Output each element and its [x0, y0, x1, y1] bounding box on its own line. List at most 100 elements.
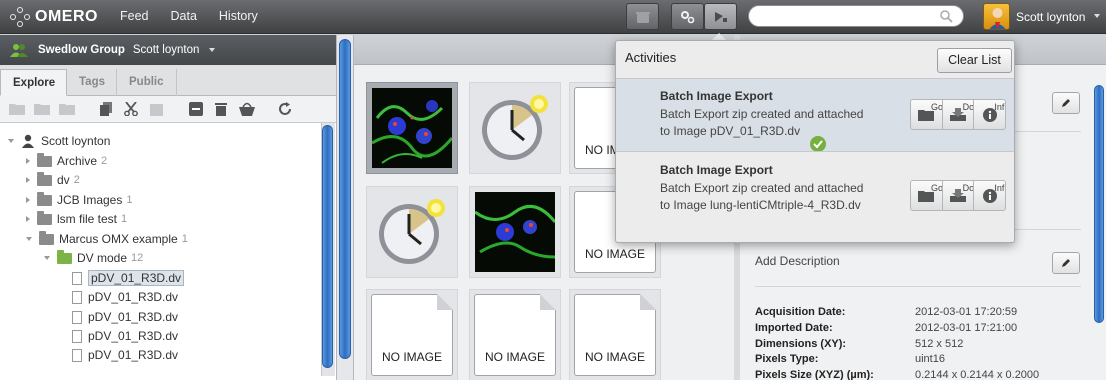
metadata-key: Pixels Type:: [755, 353, 819, 365]
nav-history[interactable]: History: [219, 9, 258, 23]
metadata-value: 0.2144 x 0.2144 x 0.2000: [915, 369, 1040, 380]
tree-image-label: pDV_01_R3D.dv: [88, 310, 179, 324]
thumbnail[interactable]: NO IMAGE: [569, 289, 661, 380]
clear-list-button[interactable]: Clear List: [937, 48, 1012, 73]
cut-icon[interactable]: [124, 102, 138, 116]
activities-button[interactable]: [704, 3, 737, 30]
tree-item-dv[interactable]: dv 2: [26, 171, 80, 189]
metadata-scrollbar[interactable]: [1094, 85, 1104, 323]
folder-icon: [37, 191, 52, 206]
basket-icon: [635, 11, 650, 23]
no-image-label: NO IMAGE: [381, 350, 442, 364]
copy-icon[interactable]: [100, 102, 114, 116]
metadata-value: 2012-03-01 17:20:59: [915, 306, 1018, 318]
tree-item-marcus-omx[interactable]: Marcus OMX example 1: [26, 230, 188, 248]
no-image-placeholder: NO IMAGE: [574, 294, 656, 376]
left-panel: Swedlow Group Scott loynton Explore Tags…: [0, 35, 336, 380]
chevron-right-icon[interactable]: [26, 177, 30, 183]
chevron-down-icon[interactable]: [209, 48, 216, 52]
gear-icon: [680, 10, 694, 23]
tree-item-dv-mode[interactable]: DV mode 12: [44, 249, 143, 267]
download-label: Do: [962, 102, 975, 112]
tree-root[interactable]: Scott loynton: [8, 132, 110, 150]
tree-image[interactable]: pDV_01_R3D.dv: [72, 288, 178, 306]
chevron-down-icon[interactable]: [26, 237, 32, 241]
settings-button[interactable]: [671, 3, 704, 30]
tree-item-count: 1: [121, 213, 128, 225]
group-name: Swedlow Group: [38, 44, 125, 56]
tree-item-lsm-file-test[interactable]: lsm file test 1: [26, 210, 127, 228]
thumbnail-pending[interactable]: [469, 82, 561, 174]
group-selector[interactable]: Swedlow Group Scott loynton: [0, 35, 336, 65]
image-file-icon: [72, 290, 82, 304]
user-menu[interactable]: Scott loynton: [1016, 10, 1085, 24]
activities-title: Activities: [625, 50, 677, 65]
refresh-icon[interactable]: [278, 102, 292, 116]
nav-feed[interactable]: Feed: [120, 9, 149, 23]
activity-actions: Go Do Inf: [910, 99, 1006, 130]
thumbnail[interactable]: NO IMAGE: [469, 289, 561, 380]
tree-tabs: Explore Tags Public: [0, 65, 336, 96]
info-button[interactable]: Inf: [974, 100, 1005, 129]
search-input[interactable]: [748, 5, 964, 27]
new-dataset-icon[interactable]: [34, 102, 50, 115]
tab-tags[interactable]: Tags: [67, 69, 117, 96]
go-to-image-button[interactable]: Go: [911, 100, 943, 129]
chevron-down-icon[interactable]: [44, 256, 50, 260]
chevron-down-icon[interactable]: [8, 139, 14, 143]
user-icon: [22, 134, 34, 148]
edit-description-button[interactable]: [1052, 252, 1080, 274]
tree-toolbar: [0, 96, 336, 123]
tree-image-label: pDV_01_R3D.dv: [88, 329, 179, 343]
remove-icon[interactable]: [189, 102, 203, 116]
download-button[interactable]: Do: [943, 181, 975, 210]
tree-item-label: DV mode: [77, 251, 128, 265]
avatar[interactable]: [983, 3, 1010, 30]
thumbnail[interactable]: NO IMAGE: [366, 289, 458, 380]
tree-image-label: pDV_01_R3D.dv: [88, 348, 179, 362]
activity-item: Batch Image Export Batch Export zip crea…: [616, 151, 1014, 243]
edit-name-button[interactable]: [1052, 92, 1080, 114]
basket-icon[interactable]: [239, 102, 255, 116]
tree-image[interactable]: pDV_01_R3D.dv: [72, 327, 178, 345]
tree-item-count: 2: [73, 174, 80, 186]
center-scrollbar[interactable]: [339, 39, 351, 359]
chevron-down-icon[interactable]: [1094, 14, 1100, 18]
pencil-icon: [1062, 99, 1070, 107]
tree-item-archive[interactable]: Archive 2: [26, 152, 107, 170]
no-image-placeholder: NO IMAGE: [474, 294, 556, 376]
folder-icon: [37, 171, 52, 186]
new-folder-icon[interactable]: [9, 102, 25, 115]
tree-image[interactable]: pDV_01_R3D.dv: [72, 346, 178, 364]
thumbnail[interactable]: [366, 82, 458, 174]
delete-icon[interactable]: [214, 102, 228, 116]
image-file-icon: [72, 348, 82, 362]
image-file-icon: [72, 329, 82, 343]
thumbnail-pending[interactable]: [366, 186, 458, 278]
thumbnail[interactable]: [469, 186, 561, 278]
chevron-right-icon[interactable]: [26, 158, 30, 164]
group-icon: [10, 43, 28, 57]
download-button[interactable]: Do: [943, 100, 975, 129]
activity-title: Batch Image Export: [660, 163, 773, 177]
tree-scrollbar[interactable]: [322, 125, 333, 368]
left-splitter[interactable]: [336, 35, 354, 380]
paste-icon[interactable]: [150, 102, 163, 116]
activity-description: Batch Export zip created and attached to…: [660, 107, 864, 138]
tab-public[interactable]: Public: [117, 69, 177, 96]
chevron-right-icon[interactable]: [26, 197, 30, 203]
go-to-image-button[interactable]: Go: [911, 181, 943, 210]
cell-image: [372, 88, 452, 168]
trash-button[interactable]: [626, 3, 659, 30]
tree-image-selected[interactable]: pDV_01_R3D.dv: [72, 269, 185, 287]
tree-item-jcb-images[interactable]: JCB Images 1: [26, 191, 132, 209]
omero-logo[interactable]: OMERO: [10, 7, 98, 27]
group-user: Scott loynton: [132, 44, 200, 56]
chevron-right-icon[interactable]: [26, 216, 30, 222]
info-button[interactable]: Inf: [974, 181, 1005, 210]
nav-data[interactable]: Data: [171, 9, 197, 23]
tree-image[interactable]: pDV_01_R3D.dv: [72, 308, 178, 326]
add-description-label[interactable]: Add Description: [755, 254, 840, 268]
new-screen-icon[interactable]: [59, 102, 75, 115]
tab-explore[interactable]: Explore: [0, 69, 67, 96]
